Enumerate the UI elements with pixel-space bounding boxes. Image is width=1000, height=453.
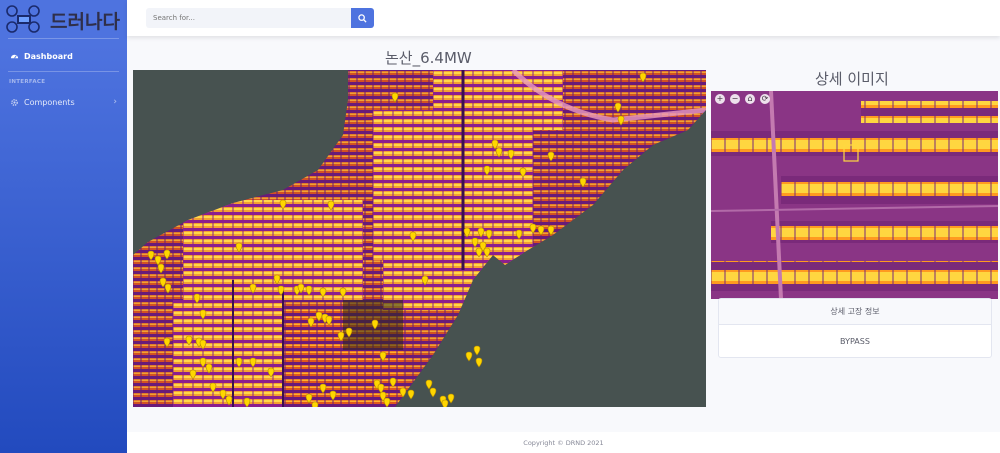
thermal-map[interactable] [133, 70, 706, 407]
sidebar-heading: INTERFACE [9, 79, 46, 85]
detail-title: 상세 이미지 [815, 70, 889, 88]
search-form [146, 8, 374, 28]
detail-image: + − ⌂ ⟳ [711, 91, 998, 299]
fault-info-card: 상세 고장 정보 BYPASS [718, 298, 992, 358]
sidebar: 드러나다 Dashboard INTERFACE Components › [0, 0, 127, 453]
dashboard-icon [9, 51, 19, 61]
detail-image-thermal [711, 91, 998, 299]
copyright-text: Copyright © DRND 2021 [523, 438, 604, 447]
home-button[interactable]: ⌂ [745, 94, 755, 104]
map-pin-icon[interactable] [425, 379, 433, 390]
map-pin-icon[interactable] [465, 351, 473, 362]
rotate-button[interactable]: ⟳ [760, 94, 770, 104]
gear-icon [9, 97, 19, 107]
footer: Copyright © DRND 2021 [127, 432, 1000, 453]
sidebar-divider [8, 71, 119, 72]
search-icon [358, 13, 367, 23]
map-pin-icon[interactable] [441, 399, 449, 407]
zoom-out-button[interactable]: − [730, 94, 740, 104]
sidebar-divider [8, 38, 119, 39]
zoom-toolbar: + − ⌂ ⟳ [715, 94, 770, 104]
fault-info-value: BYPASS [840, 336, 870, 346]
thermal-map-image [133, 70, 706, 407]
drone-logo-icon [6, 5, 40, 33]
map-pin-icon[interactable] [311, 401, 319, 407]
chevron-right-icon: › [113, 97, 117, 107]
map-pin-icon[interactable] [407, 389, 415, 400]
sidebar-item-label: Components [24, 97, 75, 107]
search-input[interactable] [146, 8, 351, 28]
map-title: 논산_6.4MW [385, 49, 472, 67]
sidebar-item-dashboard[interactable]: Dashboard [0, 45, 127, 67]
sidebar-item-label: Dashboard [24, 51, 73, 61]
map-pin-icon[interactable] [429, 387, 437, 398]
zoom-in-button[interactable]: + [715, 94, 725, 104]
map-pin-icon[interactable] [447, 393, 455, 404]
map-pin-icon[interactable] [475, 357, 483, 368]
map-pin-icon[interactable] [473, 345, 481, 356]
sidebar-item-components[interactable]: Components › [0, 91, 127, 113]
fault-info-header: 상세 고장 정보 [719, 299, 991, 325]
brand-link[interactable]: 드러나다 [0, 0, 127, 38]
topbar [127, 0, 1000, 36]
brand-name: 드러나다 [50, 11, 120, 33]
search-button[interactable] [351, 8, 374, 28]
